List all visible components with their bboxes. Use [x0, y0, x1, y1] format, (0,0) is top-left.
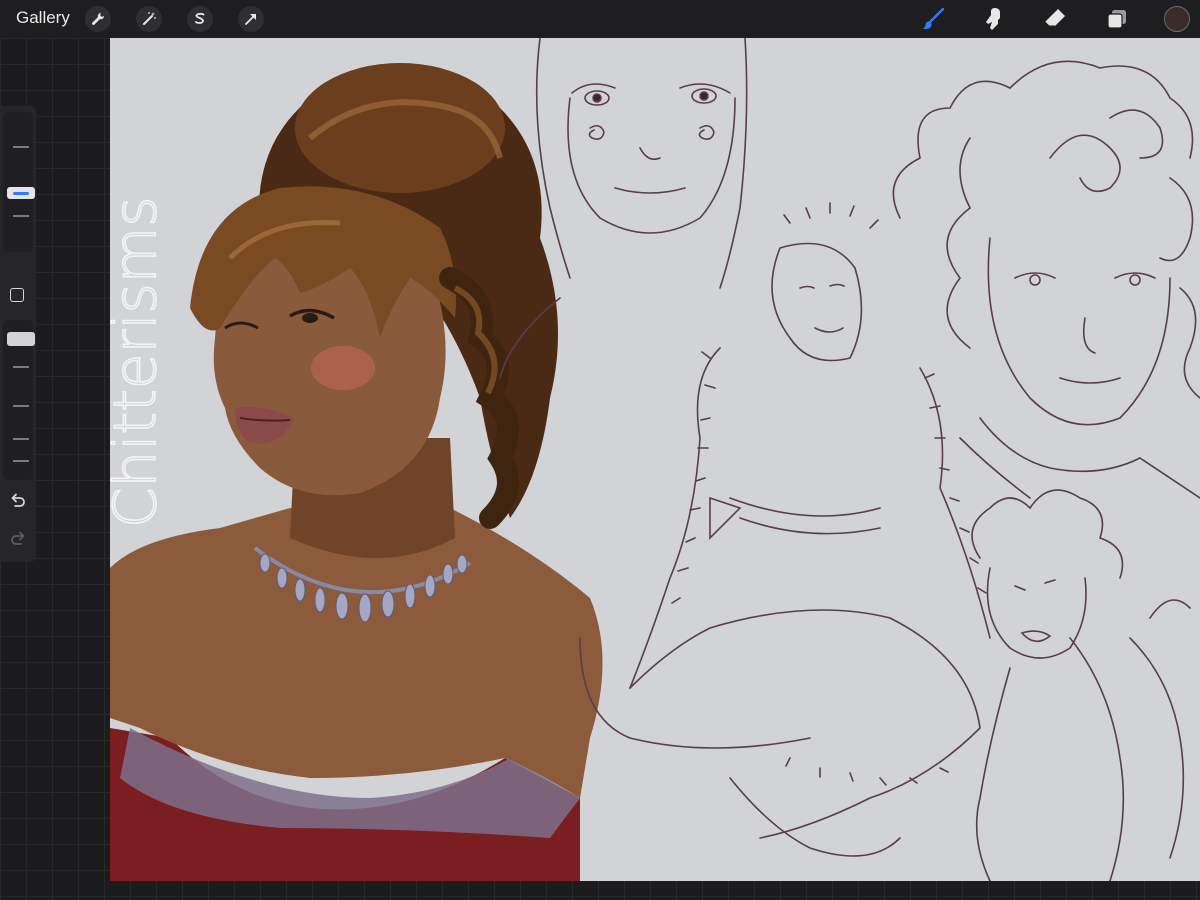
eraser-tool[interactable] [1040, 5, 1070, 33]
watermark-text: Chitterisms [110, 197, 169, 528]
smudge-tool[interactable] [978, 5, 1008, 33]
transform-button[interactable] [238, 6, 264, 32]
brush-icon [922, 7, 945, 30]
opacity-thumb[interactable] [7, 332, 35, 346]
slider-tick [13, 215, 29, 217]
slider-tick [13, 405, 29, 407]
undo-icon[interactable] [8, 492, 28, 512]
opacity-slider[interactable] [3, 320, 35, 480]
top-toolbar: Gallery [0, 0, 1200, 38]
line-sketches [499, 38, 1200, 881]
brush-size-slider[interactable] [3, 112, 35, 252]
drawing-canvas[interactable]: Chitterisms [110, 38, 1200, 881]
left-sidebar [0, 106, 36, 562]
slider-tick [13, 460, 29, 462]
layers-tool[interactable] [1102, 5, 1132, 33]
selection-icon [195, 12, 205, 24]
wrench-icon [92, 12, 105, 25]
artwork: Chitterisms [110, 38, 1200, 881]
brush-tool[interactable] [918, 5, 948, 33]
actions-button[interactable] [85, 6, 111, 32]
slider-tick [13, 438, 29, 440]
layers-icon [1107, 10, 1126, 29]
color-swatch[interactable] [1164, 6, 1190, 32]
transform-arrow-icon [245, 14, 256, 25]
brush-size-thumb[interactable] [7, 187, 35, 199]
magic-wand-icon [143, 12, 156, 25]
eraser-icon [1044, 9, 1065, 27]
redo-icon[interactable] [8, 530, 28, 550]
gallery-button[interactable]: Gallery [16, 8, 70, 28]
modify-button[interactable] [10, 288, 24, 302]
selection-button[interactable] [187, 6, 213, 32]
smudge-icon [986, 8, 1000, 30]
slider-tick [13, 146, 29, 148]
slider-tick [13, 366, 29, 368]
adjustments-button[interactable] [136, 6, 162, 32]
